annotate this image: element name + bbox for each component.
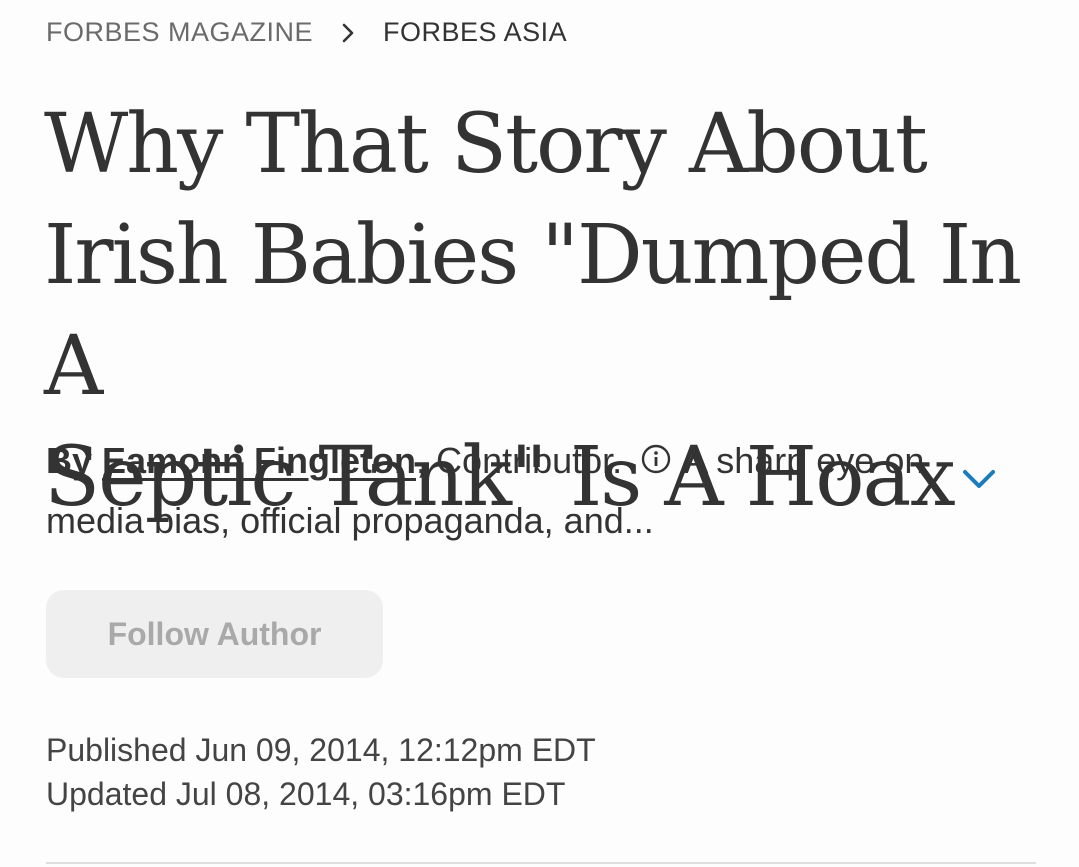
updated-date: Updated Jul 08, 2014, 03:16pm EDT: [46, 776, 566, 812]
info-circle-icon[interactable]: [640, 434, 672, 492]
follow-author-button[interactable]: Follow Author: [46, 590, 383, 678]
headline-line: Why That Story About: [44, 97, 928, 192]
breadcrumb: FORBES MAGAZINE FORBES ASIA: [46, 17, 567, 48]
chevron-down-icon[interactable]: [959, 465, 999, 495]
breadcrumb-item-forbes-asia[interactable]: FORBES ASIA: [383, 17, 567, 48]
author-link[interactable]: Eamonn Fingleton: [102, 440, 416, 481]
published-date: Published Jun 09, 2014, 12:12pm EDT: [46, 732, 596, 768]
headline-line: Irish Babies "Dumped In A: [44, 208, 1022, 414]
breadcrumb-item-forbes-magazine[interactable]: FORBES MAGAZINE: [46, 17, 313, 48]
byline: By Eamonn Fingleton, Contributor. A sharp…: [46, 432, 926, 550]
divider: [46, 862, 1036, 864]
author-suffix: ,: [416, 440, 427, 481]
article-dates: Published Jun 09, 2014, 12:12pm EDT Upda…: [46, 728, 596, 816]
author-role: Contributor.: [436, 440, 623, 481]
by-label: By: [46, 440, 93, 481]
chevron-right-icon: [313, 23, 383, 43]
